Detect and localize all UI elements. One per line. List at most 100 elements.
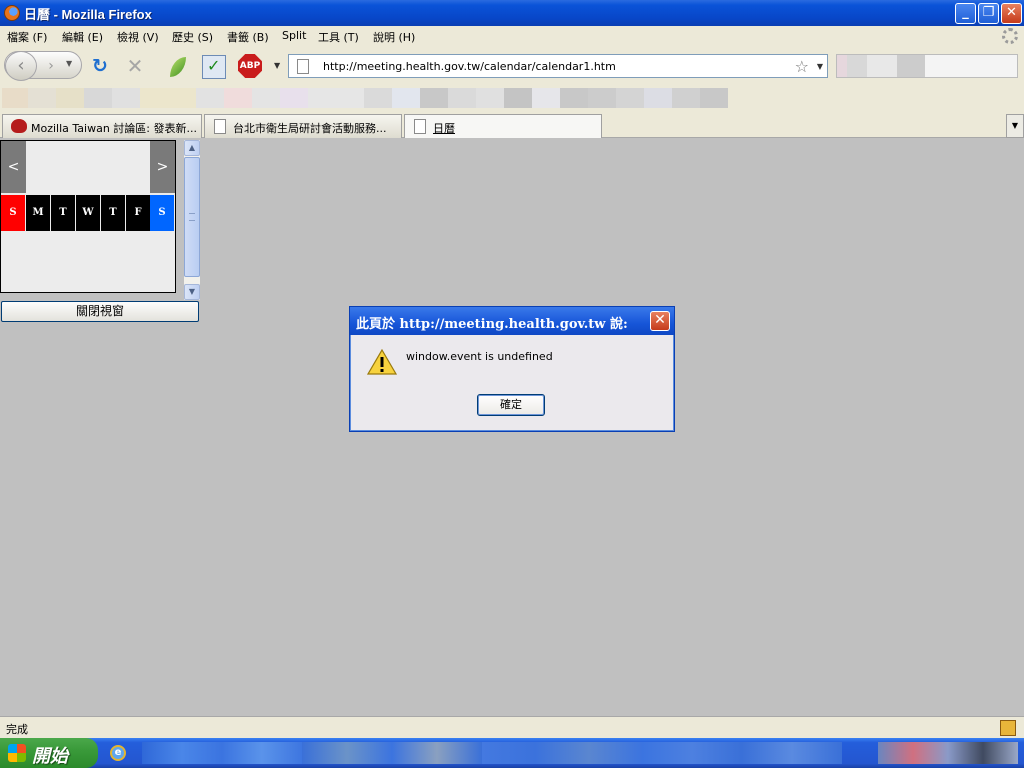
close-window-button[interactable]: ✕: [1001, 3, 1022, 24]
bookmark-item[interactable]: [84, 88, 112, 108]
bookmark-item[interactable]: [56, 88, 84, 108]
bookmark-item[interactable]: [700, 88, 728, 108]
vertical-scrollbar[interactable]: ▲ ▼: [184, 140, 200, 300]
bookmark-item[interactable]: [392, 88, 420, 108]
adblock-dropdown-icon[interactable]: ▼: [274, 61, 280, 70]
page-icon: [214, 119, 226, 134]
dialog-message: window.event is undefined: [406, 350, 553, 363]
taskbar-item[interactable]: [482, 742, 642, 764]
tab-bar: Mozilla Taiwan 討論區: 發表新... 台北市衛生局研討會活動服務…: [0, 110, 1024, 139]
bookmarks-toolbar: [0, 86, 1024, 110]
page-icon: [414, 119, 426, 134]
reload-icon: ↻: [92, 55, 108, 77]
dialog-close-button[interactable]: ✕: [650, 311, 670, 331]
bookmark-item[interactable]: [112, 88, 140, 108]
start-button[interactable]: 開始: [0, 738, 98, 768]
menu-tools[interactable]: 工具 (T): [318, 29, 359, 45]
bookmark-item[interactable]: [364, 88, 392, 108]
tab-taipei-health[interactable]: 台北市衛生局研討會活動服務...: [204, 114, 402, 138]
scroll-down-icon[interactable]: ▼: [184, 284, 200, 300]
bookmark-item[interactable]: [308, 88, 364, 108]
dialog-title: 此頁於 http://meeting.health.gov.tw 說:: [356, 317, 628, 332]
weekday-wednesday: W: [76, 195, 100, 231]
next-month-button[interactable]: >: [150, 141, 175, 193]
url-text[interactable]: http://meeting.health.gov.tw/calendar/ca…: [323, 60, 616, 73]
weekday-sunday: S: [1, 195, 25, 231]
bookmark-item[interactable]: [420, 88, 448, 108]
back-icon: ‹: [17, 55, 25, 76]
bookmark-item[interactable]: [28, 88, 56, 108]
history-dropdown-icon[interactable]: ▼: [66, 59, 72, 68]
internet-explorer-icon[interactable]: e: [110, 745, 126, 761]
menu-split[interactable]: Split: [282, 29, 306, 42]
bookmark-item[interactable]: [476, 88, 504, 108]
restore-button[interactable]: ❐: [978, 3, 999, 24]
prev-month-button[interactable]: <: [1, 141, 26, 193]
bookmark-item[interactable]: [560, 88, 588, 108]
tab-label: 台北市衛生局研討會活動服務...: [233, 122, 387, 135]
taskbar-item[interactable]: [642, 742, 842, 764]
bookmark-item[interactable]: [280, 88, 308, 108]
back-button[interactable]: ‹: [5, 51, 37, 81]
reload-button[interactable]: ↻: [90, 56, 110, 76]
bookmark-item[interactable]: [140, 88, 196, 108]
start-label: 開始: [32, 746, 68, 766]
bookmark-item[interactable]: [2, 88, 28, 108]
window-title: 日曆 - Mozilla Firefox: [24, 7, 152, 22]
scroll-thumb[interactable]: [184, 157, 200, 277]
tab-list-dropdown-icon[interactable]: ▼: [1006, 114, 1024, 138]
bookmark-item[interactable]: [532, 88, 560, 108]
menu-bookmarks[interactable]: 書籤 (B): [227, 29, 269, 45]
throbber-icon: [1002, 28, 1018, 44]
weekday-tuesday: T: [51, 195, 75, 231]
warning-icon: [367, 349, 397, 375]
minimize-button[interactable]: _: [955, 3, 976, 24]
adblock-plus-icon[interactable]: ABP: [238, 54, 262, 78]
bookmark-item[interactable]: [196, 88, 224, 108]
weekday-header: S M T W T F S: [1, 195, 176, 231]
bookmark-item[interactable]: [224, 88, 252, 108]
close-window-page-button[interactable]: 關閉視窗: [1, 301, 199, 322]
stop-icon: ✕: [126, 54, 144, 78]
mozilla-bug-icon: [11, 119, 27, 133]
ok-button[interactable]: 確定: [477, 394, 545, 416]
taskbar-item[interactable]: [302, 742, 482, 764]
search-bar[interactable]: [836, 54, 1018, 78]
forward-button[interactable]: ›: [40, 56, 62, 76]
tab-calendar[interactable]: 日曆: [404, 114, 602, 139]
windows-taskbar: 開始 e: [0, 738, 1024, 768]
stop-button[interactable]: ✕: [124, 55, 146, 77]
tab-mozilla-taiwan[interactable]: Mozilla Taiwan 討論區: 發表新...: [2, 114, 202, 138]
menu-history[interactable]: 歷史 (S): [172, 29, 213, 45]
menu-edit[interactable]: 編輯 (E): [62, 29, 103, 45]
url-bar[interactable]: http://meeting.health.gov.tw/calendar/ca…: [288, 54, 828, 78]
menu-file[interactable]: 檔案 (F): [7, 29, 47, 45]
leaf-icon[interactable]: [170, 57, 186, 77]
bookmark-item[interactable]: [644, 88, 672, 108]
system-tray: [878, 742, 1018, 764]
bookmark-item[interactable]: [616, 88, 644, 108]
bookmark-item[interactable]: [252, 88, 280, 108]
bookmark-item[interactable]: [588, 88, 616, 108]
bookmark-item[interactable]: [672, 88, 700, 108]
scroll-up-icon[interactable]: ▲: [184, 140, 200, 156]
bookmark-item[interactable]: [504, 88, 532, 108]
url-dropdown-icon[interactable]: ▼: [817, 62, 823, 71]
window-titlebar[interactable]: 日曆 - Mozilla Firefox _ ❐ ✕: [0, 0, 1024, 26]
bookmark-star-icon[interactable]: ☆: [795, 57, 809, 76]
weekday-saturday: S: [150, 195, 174, 231]
menu-view[interactable]: 檢視 (V): [117, 29, 159, 45]
forward-icon: ›: [48, 58, 54, 74]
dialog-titlebar[interactable]: 此頁於 http://meeting.health.gov.tw 說: ✕: [350, 307, 674, 335]
weekday-thursday: T: [101, 195, 125, 231]
taskbar-item[interactable]: [142, 742, 302, 764]
bookmark-item[interactable]: [448, 88, 476, 108]
weekday-friday: F: [126, 195, 150, 231]
edit-icon[interactable]: [1000, 720, 1016, 736]
status-text: 完成: [6, 723, 28, 736]
alert-dialog: 此頁於 http://meeting.health.gov.tw 說: ✕ wi…: [349, 306, 675, 432]
validator-icon[interactable]: ✓: [202, 55, 226, 79]
tab-label: 日曆: [433, 122, 455, 135]
menu-help[interactable]: 說明 (H): [373, 29, 415, 45]
tab-label: Mozilla Taiwan 討論區: 發表新...: [31, 122, 197, 135]
